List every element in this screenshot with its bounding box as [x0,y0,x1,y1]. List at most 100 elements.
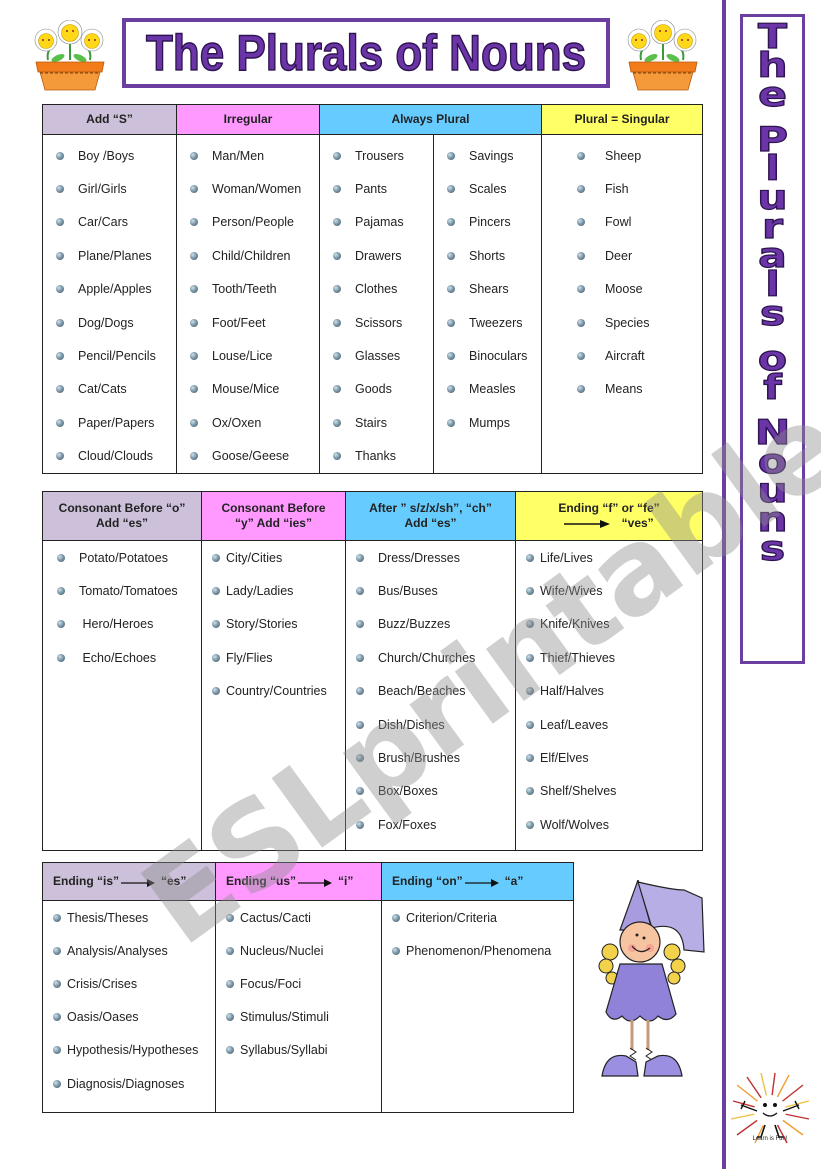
header-to: “i” [338,874,354,888]
word-pair: Tomato/Tomatoes [79,584,178,599]
side-title-letter: s [759,529,786,569]
right-arrow-icon [564,519,611,528]
list-item: Sheep [542,139,702,172]
list-item: Wife/Wives [516,574,702,607]
sphere-bullet-icon [57,653,65,662]
header-plural-equals-singular: Plural = Singular [541,104,704,135]
word-pair: Elf/Elves [540,751,589,766]
word-pair: Brush/Brushes [378,751,460,766]
sphere-bullet-icon [190,352,198,361]
word-pair: Drawers [355,248,402,263]
sphere-bullet-icon [190,285,198,294]
word-pair: Pants [355,182,387,197]
word-pair: Man/Men [212,148,265,163]
word-list: Dress/Dresses Bus/Buses Buzz/Buzzes Church/… [346,541,515,842]
list-item: Dress/Dresses [346,541,515,574]
sphere-bullet-icon [447,285,455,294]
list-item: Wolf/Wolves [516,808,702,841]
word-pair: Glasses [355,349,401,364]
list-item: Thanks [320,440,433,473]
word-pair: Person/People [212,215,295,230]
sphere-bullet-icon [392,946,400,955]
right-arrow-icon [298,878,332,887]
word-pair: Means [605,382,643,397]
header-line: Consonant Before [221,501,326,515]
word-pair: Oasis/Oases [67,1010,139,1025]
word-pair: Knife/Knives [540,617,610,632]
word-pair: Country/Countries [226,684,327,699]
word-pair: Woman/Women [212,182,302,197]
sphere-bullet-icon [226,979,234,988]
word-pair: Church/Churches [378,650,476,665]
list-item: Tweezers [434,306,541,339]
sphere-bullet-icon [447,251,455,260]
sphere-bullet-icon [53,946,61,955]
sphere-bullet-icon [356,620,364,629]
flower-pot-icon [627,20,698,91]
word-pair: Stairs [355,415,387,430]
list-item: Phenomenon/Phenomena [382,934,573,967]
sphere-bullet-icon [526,687,534,696]
right-arrow-icon [464,878,499,887]
word-pair: Plane/Planes [78,248,152,263]
list-item: Church/Churches [346,641,515,674]
header-add-s: Add “S” [42,104,177,135]
sphere-bullet-icon [56,452,64,461]
word-pair: Echo/Echoes [79,650,157,665]
word-pair: Trousers [355,148,404,163]
word-list: City/Cities Lady/Ladies Story/Stories Fly/F… [202,541,345,708]
word-list: Thesis/Theses Analysis/Analyses Crisis/Cri… [43,901,215,1100]
header-line-text: “ves” [621,516,654,530]
list-item: Stimulus/Stimuli [216,1001,381,1034]
list-item: Oasis/Oases [43,1001,215,1034]
sphere-bullet-icon [53,1079,61,1088]
list-item: Plane/Planes [43,239,176,272]
word-list: Trousers Pants Pajamas Drawers Clothes Scisso… [320,135,433,473]
side-title-letter: s [759,294,786,334]
word-pair: Cat/Cats [78,382,127,397]
list-item: Pencil/Pencils [43,339,176,372]
word-list: Life/Lives Wife/Wives Knife/Knives Thief/Th… [516,541,702,842]
header-line: Consonant Before “o” [58,501,186,515]
sphere-bullet-icon [226,1013,234,1022]
sphere-bullet-icon [356,587,364,596]
list-item: Thesis/Theses [43,901,215,934]
word-pair: Dish/Dishes [378,717,445,732]
word-pair: Apple/Apples [78,282,152,297]
list-item: Half/Halves [516,675,702,708]
word-pair: Shorts [469,248,506,263]
word-pair: Syllabus/Syllabi [240,1043,328,1058]
list-item: Pincers [434,206,541,239]
list-item: Paper/Papers [43,406,176,439]
sphere-bullet-icon [356,754,364,763]
list-item: Pants [320,172,433,205]
list-item: Box/Boxes [346,775,515,808]
word-pair: Child/Children [212,248,291,263]
list-item: Dish/Dishes [346,708,515,741]
sphere-bullet-icon [333,251,341,260]
list-item: Focus/Foci [216,967,381,1000]
word-pair: Paper/Papers [78,415,155,430]
list-item: Child/Children [177,239,319,272]
word-pair: Mumps [469,415,510,430]
sphere-bullet-icon [190,452,198,461]
list-item: Potato/Potatoes [43,541,201,574]
sphere-bullet-icon [356,820,364,829]
sphere-bullet-icon [577,352,586,361]
word-pair: Clothes [355,282,398,297]
list-item: Elf/Elves [516,741,702,774]
list-item: Mouse/Mice [177,373,319,406]
learn-is-fun-logo-icon [730,1072,810,1144]
header-ending-is: Ending “is” “es” [42,862,216,901]
sphere-bullet-icon [577,385,586,394]
header-consonant-y: Consonant Before “y” Add “ies” [201,491,346,541]
word-pair: Nucleus/Nuclei [240,943,324,958]
word-pair: Binoculars [469,349,528,364]
sphere-bullet-icon [356,653,364,662]
word-pair: Buzz/Buzzes [378,617,451,632]
list-item: Tomato/Tomatoes [43,574,201,607]
sphere-bullet-icon [212,553,220,562]
word-pair: Thanks [355,449,396,464]
sphere-bullet-icon [333,318,341,327]
list-item: Deer [542,239,702,272]
